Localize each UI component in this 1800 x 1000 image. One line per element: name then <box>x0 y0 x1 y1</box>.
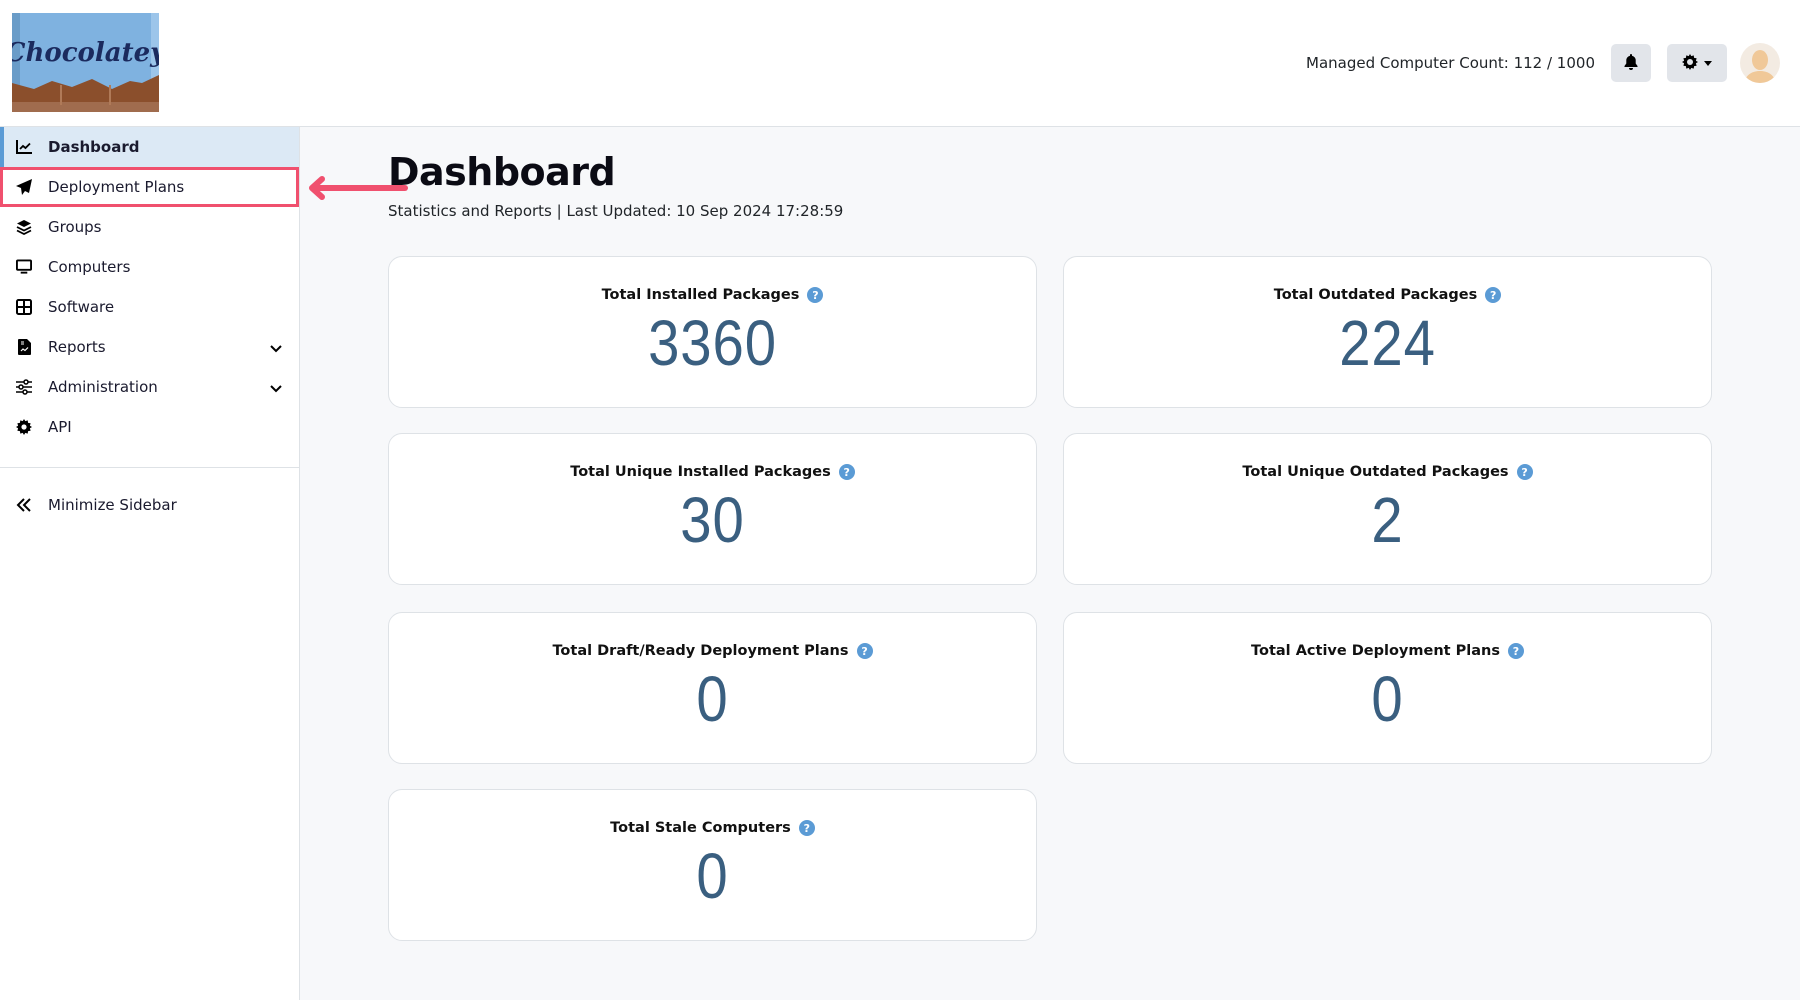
sidebar: Dashboard Deployment Plans Groups Comput… <box>0 127 300 1000</box>
file-chart-icon <box>16 339 32 355</box>
notifications-button[interactable] <box>1611 44 1651 82</box>
help-icon[interactable]: ? <box>1507 643 1524 659</box>
sidebar-item-label: Reports <box>48 338 106 356</box>
stat-card-title: Total Outdated Packages <box>1273 287 1478 303</box>
stat-card: Total Outdated Packages? 224 <box>1063 256 1712 408</box>
stat-card-title: Total Unique Installed Packages <box>570 464 831 480</box>
chevrons-left-icon <box>16 497 32 513</box>
settings-dropdown-button[interactable] <box>1667 44 1727 82</box>
stat-card-label: Total Unique Installed Packages? <box>570 464 855 480</box>
sidebar-divider <box>0 467 299 468</box>
sidebar-item-deployment-plans[interactable]: Deployment Plans <box>0 167 299 207</box>
main-content: Dashboard Statistics and Reports | Last … <box>388 150 843 220</box>
sidebar-item-api[interactable]: API <box>0 407 299 447</box>
stat-card: Total Installed Packages? 3360 <box>388 256 1037 408</box>
stat-card-value: 0 <box>1371 663 1404 735</box>
gear-icon <box>1682 53 1698 73</box>
help-icon[interactable]: ? <box>856 643 873 659</box>
stat-card-title: Total Draft/Ready Deployment Plans <box>552 643 849 659</box>
stat-card-label: Total Active Deployment Plans? <box>1251 643 1524 659</box>
sidebar-item-label: API <box>48 418 72 436</box>
stat-card-value: 30 <box>680 484 745 556</box>
stat-card-label: Total Draft/Ready Deployment Plans? <box>552 643 873 659</box>
sidebar-item-dashboard[interactable]: Dashboard <box>0 127 299 167</box>
page-title: Dashboard <box>388 150 616 194</box>
stat-card-value: 0 <box>696 663 729 735</box>
minimize-sidebar-button[interactable]: Minimize Sidebar <box>0 485 299 525</box>
paper-plane-icon <box>16 179 32 195</box>
stat-card-title: Total Unique Outdated Packages <box>1242 464 1509 480</box>
help-icon[interactable]: ? <box>807 287 824 303</box>
stat-card-label: Total Stale Computers? <box>610 820 815 836</box>
monitor-icon <box>16 259 32 275</box>
sliders-icon <box>16 379 32 395</box>
managed-computer-count: Managed Computer Count: 112 / 1000 <box>1306 54 1595 72</box>
stat-card: Total Stale Computers? 0 <box>388 789 1037 941</box>
chocolatey-logo[interactable]: Chocolatey <box>12 13 159 112</box>
sidebar-item-label: Software <box>48 298 115 316</box>
caret-down-icon <box>1704 60 1712 66</box>
help-icon[interactable]: ? <box>1485 287 1502 303</box>
stat-card-value: 0 <box>696 840 729 912</box>
sidebar-item-groups[interactable]: Groups <box>0 207 299 247</box>
sidebar-item-label: Computers <box>48 258 131 276</box>
sidebar-item-administration[interactable]: Administration <box>0 367 299 407</box>
stat-card-value: 3360 <box>648 307 777 379</box>
layers-icon <box>16 219 32 235</box>
sidebar-item-software[interactable]: Software <box>0 287 299 327</box>
help-icon[interactable]: ? <box>798 820 815 836</box>
page-subtitle: Statistics and Reports | Last Updated: 1… <box>388 202 844 220</box>
chevron-down-icon[interactable] <box>269 380 283 398</box>
chevron-down-icon[interactable] <box>269 340 283 358</box>
stat-card: Total Unique Outdated Packages? 2 <box>1063 433 1712 585</box>
stat-card-value: 2 <box>1371 484 1404 556</box>
chart-line-icon <box>16 139 32 155</box>
help-icon[interactable]: ? <box>1516 464 1533 480</box>
top-header: Chocolatey Managed Computer Count: 112 /… <box>0 0 1800 127</box>
svg-text:Chocolatey: Chocolatey <box>12 38 159 68</box>
stat-card-label: Total Installed Packages? <box>602 287 824 303</box>
help-icon[interactable]: ? <box>838 464 855 480</box>
stat-card-label: Total Unique Outdated Packages? <box>1242 464 1533 480</box>
minimize-sidebar-label: Minimize Sidebar <box>48 496 177 514</box>
sidebar-item-label: Groups <box>48 218 102 236</box>
user-avatar[interactable] <box>1740 43 1780 83</box>
bell-icon <box>1624 53 1638 73</box>
sidebar-item-reports[interactable]: Reports <box>0 327 299 367</box>
stat-card-label: Total Outdated Packages? <box>1274 287 1502 303</box>
sidebar-item-label: Dashboard <box>48 138 140 156</box>
sidebar-item-computers[interactable]: Computers <box>0 247 299 287</box>
grid-icon <box>16 299 32 315</box>
header-actions: Managed Computer Count: 112 / 1000 <box>1306 43 1780 83</box>
sidebar-item-label: Administration <box>48 378 158 396</box>
stat-card-title: Total Stale Computers <box>610 820 791 836</box>
stat-card: Total Draft/Ready Deployment Plans? 0 <box>388 612 1037 764</box>
stat-card-title: Total Installed Packages <box>601 287 800 303</box>
stat-card: Total Unique Installed Packages? 30 <box>388 433 1037 585</box>
cog-icon <box>16 419 32 435</box>
stat-card-title: Total Active Deployment Plans <box>1251 643 1500 659</box>
sidebar-item-label: Deployment Plans <box>48 178 185 196</box>
stat-card-value: 224 <box>1339 307 1436 379</box>
stat-card: Total Active Deployment Plans? 0 <box>1063 612 1712 764</box>
